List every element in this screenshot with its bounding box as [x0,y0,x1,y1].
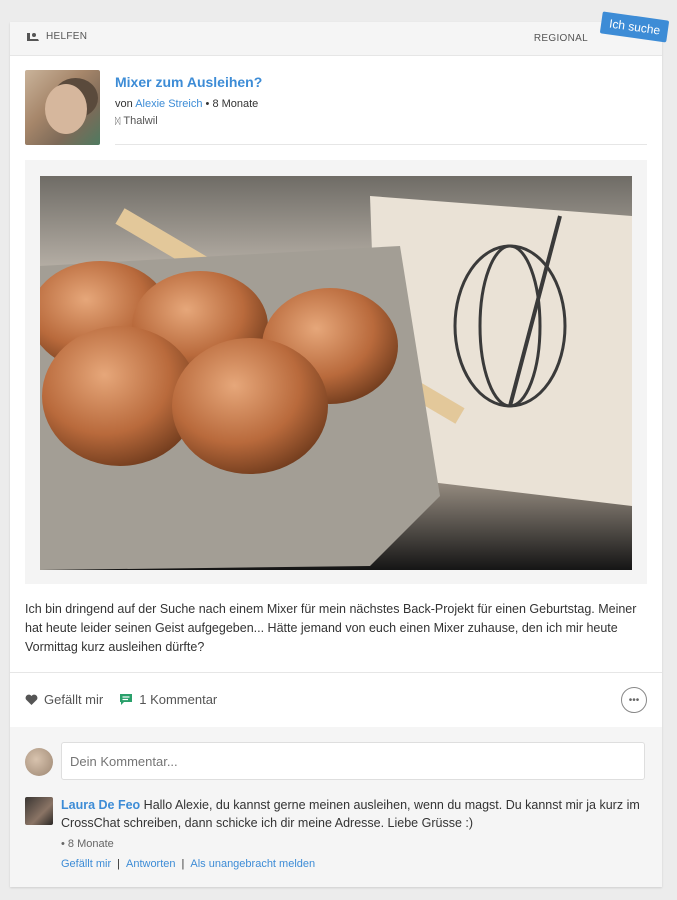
post-title[interactable]: Mixer zum Ausleihen? [115,74,262,90]
commenter-name[interactable]: Laura De Feo [61,798,140,812]
like-button[interactable]: Gefällt mir [25,692,103,707]
post-meta: von Alexie Streich • 8 Monate [115,98,258,110]
author-avatar[interactable] [25,70,100,145]
comment-text: Hallo Alexie, du kannst gerne meinen aus… [61,798,640,830]
divider [115,144,647,145]
comment-reply-link[interactable]: Antworten [126,858,176,870]
post-header-bar: HELFEN REGIONAL [10,22,662,56]
by-prefix: von [115,98,133,110]
helping-hand-icon [27,33,39,41]
post-actions: Gefällt mir 1 Kommentar [25,692,233,707]
current-user-avatar [25,748,53,776]
comment-input[interactable] [61,742,645,780]
post-image-frame [25,160,647,584]
author-link[interactable]: Alexie Streich [135,98,202,110]
heart-icon [25,694,38,705]
more-options-icon[interactable]: ••• [621,687,647,713]
post-age: • 8 Monate [205,98,259,110]
post-body: Ich bin dringend auf der Suche nach eine… [25,602,637,654]
region-label: REGIONAL [533,33,588,44]
comments-section: Laura De Feo Hallo Alexie, du kannst ger… [10,727,662,887]
comment-time: • 8 Monate [61,838,114,850]
comment-icon [120,694,133,705]
post-image[interactable] [40,176,632,570]
comment-actions: Gefällt mir | Antworten | Als unangebracht m… [61,858,316,870]
map-pin-icon: ᛞ [115,116,121,126]
divider [10,672,662,673]
category-label: HELFEN [26,31,87,42]
comments-button[interactable]: 1 Kommentar [119,692,217,707]
comment-like-link[interactable]: Gefällt mir [61,858,111,870]
comment-body: Laura De Feo Hallo Alexie, du kannst ger… [61,796,641,832]
post-card: HELFEN REGIONAL Ich suche Mixer zum Ausl… [10,11,670,887]
post-location: ᛞ Thalwil [115,115,158,127]
comment-report-link[interactable]: Als unangebracht melden [190,858,315,870]
commenter-avatar[interactable] [25,797,53,825]
